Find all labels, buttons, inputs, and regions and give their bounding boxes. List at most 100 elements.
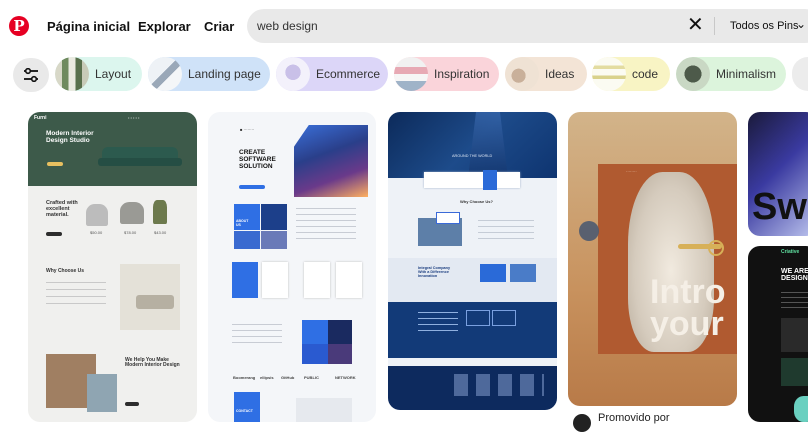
pin-hero-subtitle: AROUND THE WORLD [452, 154, 493, 158]
filter-button[interactable] [13, 58, 49, 92]
pin-card-interior-design[interactable]: Furni • • • • • Modern Interior Design S… [28, 112, 197, 422]
chip-thumbnail [276, 57, 310, 91]
pin-text-lines [478, 220, 534, 242]
filter-chip-minimalism[interactable]: Minimalism [676, 57, 786, 91]
nav-explore-link[interactable]: Explorar [138, 19, 191, 34]
tile-image [302, 344, 328, 364]
filter-chip-layout[interactable]: Layout [55, 57, 142, 91]
tile-image [302, 320, 328, 344]
filter-chip-inspiration[interactable]: Inspiration [394, 57, 499, 91]
tile-image [480, 264, 506, 282]
chip-label: Layout [95, 67, 132, 81]
service-card [232, 262, 258, 298]
partner-logo: Boomerang [233, 375, 256, 380]
overlay-text: Intro your [650, 273, 726, 344]
nav-home-link[interactable]: Página inicial [47, 19, 130, 34]
nav-create-link[interactable]: Criar [204, 19, 234, 34]
pin-card-creative-agency[interactable]: Criative WE ARE DESIGN [748, 246, 808, 422]
footer-links [454, 374, 544, 396]
partner-logo: ellipsis [260, 375, 274, 380]
stats-highlight [483, 170, 497, 190]
service-card [336, 262, 362, 298]
partner-logo: PUBLIC [304, 375, 319, 380]
chip-thumbnail [505, 57, 539, 91]
search-scope-dropdown[interactable]: Todos os Pins [730, 20, 798, 32]
tile-image [328, 320, 352, 344]
pin-image [781, 318, 808, 352]
city-hero-image [294, 125, 368, 197]
close-icon[interactable]: ✕ [687, 14, 704, 36]
contact-block [234, 392, 260, 422]
search-bar[interactable]: web design ✕ Todos os Pins ⌄ [247, 9, 808, 43]
chevron-down-icon[interactable]: ⌄ [796, 17, 806, 31]
filter-chip-code[interactable]: code [592, 57, 670, 91]
tile-image [234, 231, 260, 249]
chair-image [86, 204, 108, 226]
top-header: P Página inicial Explorar Criar web desi… [0, 0, 808, 52]
stats-bar [424, 172, 520, 188]
chip-label: Ideas [545, 67, 575, 81]
tile-image [261, 231, 287, 249]
price-label: $43.00 [154, 230, 167, 235]
search-input[interactable]: web design [257, 19, 318, 33]
pin-nav-dots: • • • • • [128, 115, 140, 120]
figure-image [794, 396, 808, 422]
pin-cta-button [239, 185, 265, 189]
map-image [296, 398, 352, 422]
chair-image [153, 200, 167, 224]
pin-brand-label: Criative [781, 249, 800, 255]
pin-hero-title: CREATE SOFTWARE SOLUTION [239, 149, 276, 170]
pin-text-lines [296, 208, 356, 240]
pinterest-logo-icon[interactable]: P [9, 16, 29, 36]
pin-card-abstract[interactable]: Sw [748, 112, 808, 236]
pin-card-corporate-website[interactable]: AROUND THE WORLD Why Choose Us? Integral… [388, 112, 557, 410]
chip-label: code [632, 67, 659, 81]
pin-text-lines [232, 324, 282, 348]
pin-brand-label: ■ ········ [240, 127, 255, 132]
pin-button [125, 402, 139, 406]
big-text: Sw [752, 186, 807, 228]
pin-hero-title: Modern Interior Design Studio [46, 130, 94, 144]
feature-box [466, 310, 490, 326]
price-label: $78.00 [124, 230, 137, 235]
chip-label: Minimalism [716, 67, 776, 81]
advertiser-avatar[interactable] [573, 414, 591, 432]
chip-label: Inspiration [434, 67, 490, 81]
pin-text-lines [781, 292, 808, 310]
gold-ring [708, 240, 724, 256]
pin-feature-list [46, 282, 106, 310]
pin-card-software-solution[interactable]: ■ ········ CREATE SOFTWARE SOLUTION ABOU… [208, 112, 376, 422]
contact-label: CONTACT [236, 409, 253, 413]
pin-section-title: Integral Company With a Difference Innov… [418, 266, 451, 278]
pin-image [781, 358, 808, 386]
partner-logo: NETWORK [335, 375, 356, 380]
tile-image [328, 344, 352, 364]
filter-chip-landing-page[interactable]: Landing page [148, 57, 270, 91]
interior-photo [87, 374, 117, 412]
room-furniture [136, 295, 174, 309]
pin-section-title: Crafted with excellent material. [46, 200, 78, 218]
chip-label: Landing page [188, 67, 261, 81]
chip-thumbnail [148, 57, 182, 91]
info-badge [436, 212, 460, 224]
service-card [262, 262, 288, 298]
service-card [304, 262, 330, 298]
chair-image [120, 202, 144, 224]
filter-chip-overflow[interactable] [792, 57, 808, 91]
pin-card-vase-photo[interactable]: Intro your ········ [568, 112, 737, 406]
chip-label: Ecommerce [316, 67, 381, 81]
promoted-label: Promovido por [598, 412, 670, 424]
filter-chip-ideas[interactable]: Ideas [505, 57, 587, 91]
tile-image [261, 204, 287, 230]
partner-logo: GitHub [281, 375, 295, 380]
pin-section-title: Why Choose Us? [460, 199, 493, 204]
filter-chip-ecommerce[interactable]: Ecommerce [276, 57, 388, 91]
price-label: $50.00 [90, 230, 103, 235]
pin-text-lines [418, 312, 458, 334]
search-divider [714, 17, 715, 35]
chip-thumbnail [676, 57, 710, 91]
sliders-icon [24, 68, 38, 82]
poster-caption: ········ [626, 169, 637, 174]
pin-section-title: Why Choose Us [46, 268, 85, 274]
sofa-base [98, 158, 182, 166]
